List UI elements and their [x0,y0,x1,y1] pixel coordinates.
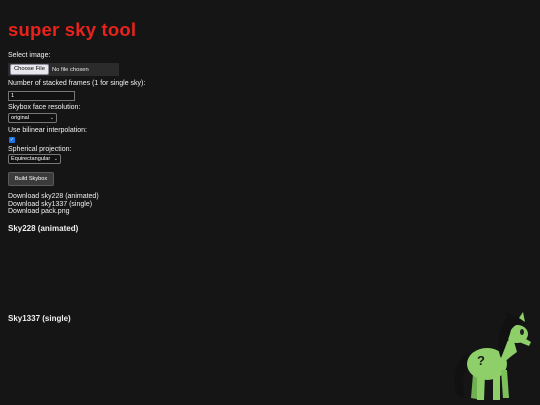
svg-text:?: ? [477,353,485,368]
frames-input[interactable]: 1 [8,91,75,101]
file-status-text: No file chosen [51,66,89,73]
checkmark-icon: ✓ [9,137,15,143]
page-title: super sky tool [8,19,137,40]
face-resolution-label: Skybox face resolution: [8,104,81,111]
chevron-down-icon: ⌄ [49,114,54,121]
projection-label: Spherical projection: [8,146,72,153]
build-skybox-button[interactable]: Build Skybox [8,172,54,186]
sky1337-heading: Sky1337 (single) [8,314,71,323]
download-sky228-link[interactable]: Download sky228 (animated) [8,193,99,201]
select-image-label: Select image: [8,52,51,59]
sky228-heading: Sky228 (animated) [8,224,79,233]
bilinear-checkbox[interactable]: ✓ [9,137,15,143]
projection-select[interactable]: Equirectangular ⌄ [8,154,61,164]
frames-label: Number of stacked frames (1 for single s… [8,80,146,87]
download-pack-link[interactable]: Download pack.png [8,208,70,216]
bilinear-label: Use bilinear interpolation: [8,127,87,134]
projection-value: Equirectangular [11,155,51,162]
face-resolution-value: original [11,114,30,121]
choose-file-button[interactable]: Choose File [10,64,49,75]
file-input[interactable]: Choose File No file chosen [8,63,119,76]
page: super sky tool Select image: Choose File… [0,0,540,405]
face-resolution-select[interactable]: original ⌄ [8,113,57,123]
pony-mascot-icon: ? [454,312,531,400]
chevron-down-icon: ⌄ [53,155,58,162]
